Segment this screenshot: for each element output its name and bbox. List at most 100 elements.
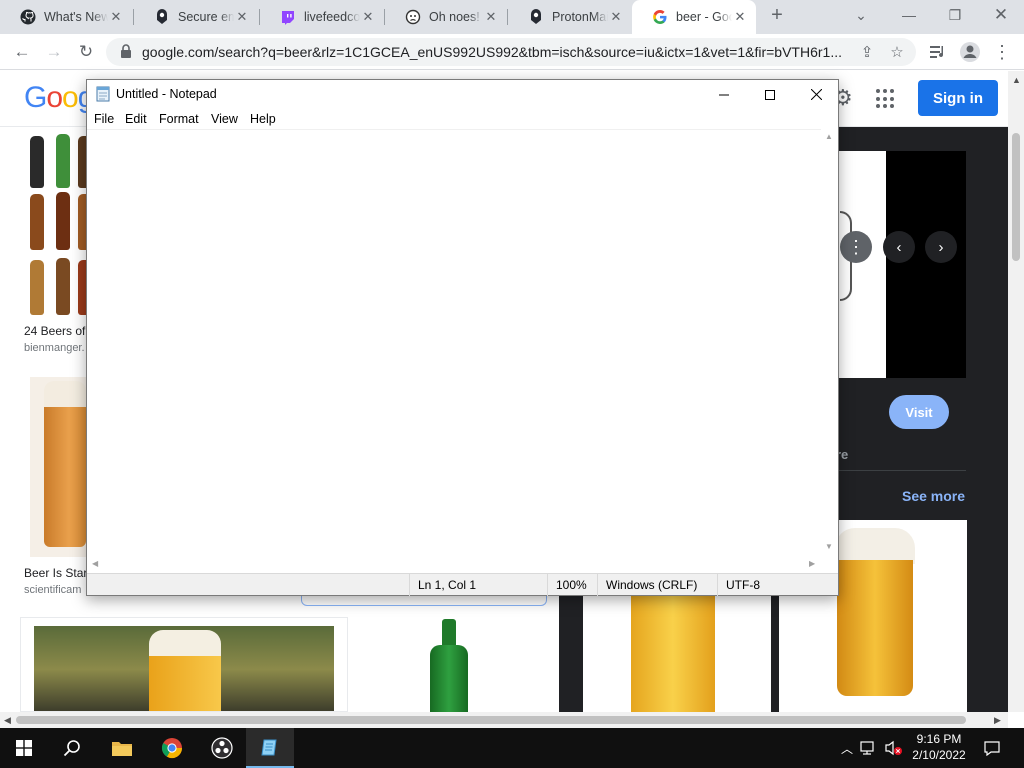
more-options-icon[interactable]: ⋮ [840,231,872,263]
notepad-horizontal-scrollbar[interactable]: ◀ ▶ [87,557,821,572]
tab-title: ProtonMail [552,10,608,24]
new-tab-button[interactable]: + [754,0,800,30]
protonmail-icon [528,9,544,25]
media-icon[interactable] [926,40,950,64]
clock-date: 2/10/2022 [912,748,966,762]
apps-grid-icon[interactable] [876,89,896,109]
result-image-beer-outdoor[interactable] [20,617,348,712]
twitch-icon [280,9,296,25]
result-image-beer-bottles[interactable] [24,132,86,315]
minimize-button[interactable] [701,80,747,109]
notepad-icon [261,739,277,756]
scroll-thumb[interactable] [1012,133,1020,261]
result-image-beer-glass[interactable] [30,377,86,557]
close-icon[interactable]: ✕ [732,9,748,25]
maximize-button[interactable] [747,80,793,109]
notepad-icon [96,86,110,102]
browser-tab-strip: What's New ✕ Secure email ✕ livefeedcorn… [0,0,1024,34]
menu-view[interactable]: View [211,112,238,126]
tab-whats-new[interactable]: What's New ✕ [0,0,132,34]
notepad-title: Untitled - Notepad [116,87,217,101]
page-horizontal-scrollbar[interactable]: ◀ ▶ [0,712,1008,728]
search-button[interactable] [48,728,96,768]
star-icon[interactable]: ☆ [888,43,906,61]
profile-avatar-icon[interactable] [958,40,982,64]
image-preview-panel: ⋮ ‹ › Visit ore See more [779,127,1008,712]
result-caption[interactable]: 24 Beers of [24,324,85,338]
close-button[interactable] [793,80,839,109]
close-icon[interactable]: ✕ [360,9,376,25]
notepad-taskbar-button[interactable] [246,728,294,768]
status-encoding: UTF-8 [717,574,838,596]
start-button[interactable] [0,728,48,768]
close-icon[interactable]: ✕ [108,9,124,25]
status-zoom: 100% [547,574,597,596]
file-explorer-button[interactable] [98,728,146,768]
preview-image-dark [886,151,966,378]
notepad-window: Untitled - Notepad File Edit Format View… [86,79,839,596]
obs-button[interactable] [198,728,246,768]
menu-format[interactable]: Format [159,112,199,126]
chrome-icon [161,738,183,759]
share-icon[interactable]: ⇪ [858,43,876,61]
status-cursor-position: Ln 1, Col 1 [409,574,547,596]
reload-button[interactable]: ↻ [74,40,98,64]
address-bar[interactable]: google.com/search?q=beer&rlz=1C1GCEA_enU… [106,38,916,66]
see-more-link[interactable]: See more [902,488,965,504]
google-logo[interactable]: Goog [24,81,94,115]
protonmail-icon [154,9,170,25]
result-image-green-bottle[interactable] [364,617,540,712]
octocat-icon [405,9,421,25]
notepad-menu-bar: File Edit Format View Help [87,109,838,129]
url-text: google.com/search?q=beer&rlz=1C1GCEA_enU… [142,44,842,60]
previous-image-button[interactable]: ‹ [883,231,915,263]
result-source: bienmanger. [24,342,85,354]
back-button[interactable]: ← [10,40,34,64]
tab-beer-google-search[interactable]: beer - Google Search ✕ [632,0,756,34]
chrome-button[interactable] [148,728,196,768]
menu-file[interactable]: File [94,112,114,126]
windows-taskbar: ︿ 9:16 PM 2/10/2022 [0,728,1024,768]
tab-secure-email[interactable]: Secure email ✕ [134,0,258,34]
notepad-title-bar[interactable]: Untitled - Notepad [87,80,838,109]
tab-title: What's New [44,10,108,24]
tab-oh-noes[interactable]: Oh noes! ✕ [385,0,507,34]
menu-help[interactable]: Help [250,112,276,126]
menu-edit[interactable]: Edit [125,112,147,126]
close-icon[interactable]: ✕ [234,9,250,25]
tab-title: beer - Google Search [676,10,732,24]
browser-toolbar: ← → ↻ google.com/search?q=beer&rlz=1C1GC… [0,34,1024,70]
tab-protonmail[interactable]: ProtonMail ✕ [508,0,632,34]
forward-button[interactable]: → [42,40,66,64]
close-icon[interactable]: ✕ [483,9,499,25]
close-window-button[interactable]: ✕ [978,0,1024,30]
kebab-menu-icon[interactable]: ⋮ [990,40,1014,64]
show-hidden-icons-chevron[interactable]: ︿ [838,728,856,768]
notepad-vertical-scrollbar[interactable]: ▲ ▼ [821,129,838,557]
chevron-down-icon[interactable]: ⌄ [838,0,884,30]
volume-muted-icon[interactable] [884,728,904,768]
next-image-button[interactable]: › [925,231,957,263]
tab-title: Secure email [178,10,234,24]
restore-button[interactable]: ❐ [932,0,978,30]
tab-livefeedcorner[interactable]: livefeedcorner ✕ [260,0,384,34]
folder-icon [112,742,132,756]
search-icon [63,740,80,757]
sign-in-button[interactable]: Sign in [918,80,998,116]
page-vertical-scrollbar[interactable]: ▲ [1008,71,1024,712]
obs-icon [211,737,233,759]
google-icon [652,9,668,25]
network-icon[interactable] [860,728,878,768]
taskbar-clock[interactable]: 9:16 PM 2/10/2022 [906,731,972,763]
minimize-button[interactable]: — [886,0,932,30]
result-caption[interactable]: Beer Is Star [24,566,87,580]
notepad-status-bar: Ln 1, Col 1 100% Windows (CRLF) UTF-8 [87,573,838,596]
visit-button[interactable]: Visit [889,395,949,429]
scroll-thumb[interactable] [16,716,966,724]
tab-title: livefeedcorner [304,10,360,24]
preview-image[interactable] [838,151,886,378]
notifications-icon[interactable] [982,728,1002,768]
related-image-glass[interactable] [583,591,771,712]
notepad-text-area[interactable] [87,129,821,557]
close-icon[interactable]: ✕ [608,9,624,25]
